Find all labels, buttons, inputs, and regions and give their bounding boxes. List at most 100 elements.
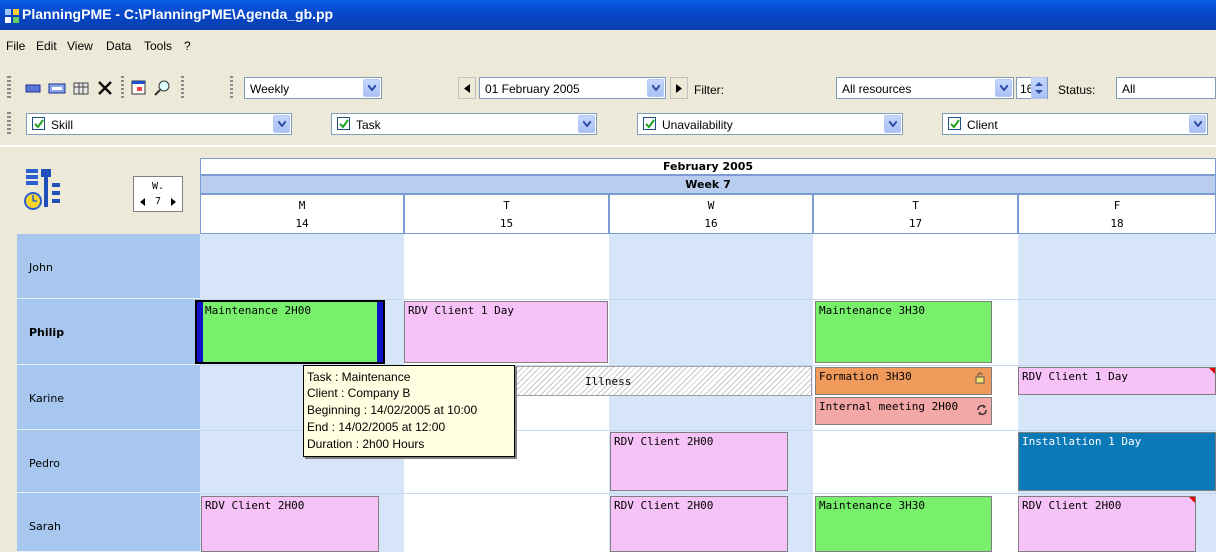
unavailability-checkbox[interactable] xyxy=(643,117,656,130)
resource-name: Karine xyxy=(29,392,65,405)
client-checkbox[interactable] xyxy=(948,117,961,130)
planningpme-logo xyxy=(24,169,60,210)
task-tooltip: Task : Maintenance Client : Company B Be… xyxy=(303,365,515,457)
status-value: All xyxy=(1122,82,1136,96)
chevron-down-icon[interactable] xyxy=(273,115,290,133)
task-block[interactable]: RDV Client 1 Day xyxy=(404,301,608,363)
task-block[interactable]: Formation 3H30 xyxy=(815,367,992,395)
selection-handle[interactable] xyxy=(197,302,203,362)
day-header[interactable]: M 14 xyxy=(200,194,404,234)
tooltip-duration: Duration : 2h00 Hours xyxy=(307,437,425,451)
previous-week-icon[interactable] xyxy=(140,198,145,206)
unavailability-label: Unavailability xyxy=(662,118,733,132)
unavailability-label: Illness xyxy=(585,375,632,388)
chevron-down-icon[interactable] xyxy=(995,79,1012,97)
chevron-down-icon[interactable] xyxy=(578,115,595,133)
resource-row-john[interactable]: John xyxy=(17,234,200,299)
task-block[interactable]: RDV Client 2H00 xyxy=(201,496,379,552)
toolbar-separator xyxy=(181,76,184,100)
day-header[interactable]: T 17 xyxy=(813,194,1018,234)
tooltip-beginning: Beginning : 14/02/2005 at 10:00 xyxy=(307,403,478,417)
filter-label: Filter: xyxy=(694,83,724,97)
client-filter[interactable]: Client xyxy=(942,113,1208,135)
chevron-down-icon[interactable] xyxy=(1189,115,1206,133)
chevron-down-icon[interactable] xyxy=(363,79,380,97)
toolbar-grip[interactable] xyxy=(7,112,11,136)
day-header[interactable]: F 18 xyxy=(1018,194,1216,234)
unavailability-filter[interactable]: Unavailability xyxy=(637,113,903,135)
week-header: Week 7 xyxy=(200,175,1216,194)
resource-row-pedro[interactable]: Pedro xyxy=(17,430,200,493)
task-block[interactable]: Installation 1 Day xyxy=(1018,432,1216,491)
next-date-button[interactable] xyxy=(670,77,688,99)
count-spinner[interactable] xyxy=(1031,77,1047,99)
task-label: RDV Client 1 Day xyxy=(1022,370,1128,383)
task-block[interactable]: RDV Client 2H00 xyxy=(1018,496,1196,552)
app-icon xyxy=(5,9,19,23)
main-toolbar: Weekly 01 February 2005 Filter: All reso… xyxy=(0,72,1216,104)
chevron-down-icon[interactable] xyxy=(884,115,901,133)
menu-view[interactable]: View xyxy=(67,39,93,53)
status-select[interactable]: All xyxy=(1116,77,1216,99)
task-label: RDV Client 2H00 xyxy=(1022,499,1122,512)
day-letter: F xyxy=(1113,199,1121,212)
skill-checkbox[interactable] xyxy=(32,117,45,130)
delete-icon[interactable] xyxy=(94,78,116,98)
day-letter: M xyxy=(298,199,306,212)
view-compact-icon[interactable] xyxy=(22,78,44,98)
task-label: RDV Client 2H00 xyxy=(614,499,714,512)
task-block[interactable]: RDV Client 2H00 xyxy=(610,496,788,552)
toolbar-separator xyxy=(230,76,233,100)
resource-row-karine[interactable]: Karine xyxy=(17,365,200,430)
resource-name: Philip xyxy=(29,326,65,339)
resource-row-philip[interactable]: Philip xyxy=(17,299,200,365)
resource-filter-select[interactable]: All resources xyxy=(836,77,1014,99)
note-marker xyxy=(1209,368,1215,374)
menu-bar: File Edit View Data Tools ? xyxy=(0,30,1216,62)
task-filter[interactable]: Task xyxy=(331,113,597,135)
week-navigator[interactable]: W. 7 xyxy=(133,176,183,212)
month-header: February 2005 xyxy=(200,158,1216,175)
chevron-down-icon[interactable] xyxy=(647,79,664,97)
task-block[interactable]: RDV Client 1 Day xyxy=(1018,367,1216,395)
task-block[interactable]: RDV Client 2H00 xyxy=(610,432,788,491)
menu-data[interactable]: Data xyxy=(106,39,131,53)
menu-tools[interactable]: Tools xyxy=(144,39,172,53)
properties-icon[interactable] xyxy=(128,78,150,98)
day-letter: W xyxy=(707,199,715,212)
task-block[interactable]: Maintenance 3H30 xyxy=(815,496,992,552)
date-select[interactable]: 01 February 2005 xyxy=(479,77,666,99)
task-label: Maintenance 3H30 xyxy=(819,499,925,512)
menu-edit[interactable]: Edit xyxy=(36,39,57,53)
task-block[interactable]: Internal meeting 2H00 xyxy=(815,397,992,425)
toolbar-grip[interactable] xyxy=(7,76,11,100)
menu-help[interactable]: ? xyxy=(184,39,191,53)
resource-row-sarah[interactable]: Sarah xyxy=(17,493,200,552)
task-checkbox[interactable] xyxy=(337,117,350,130)
selection-handle[interactable] xyxy=(377,302,383,362)
day-number: 18 xyxy=(1110,217,1124,230)
skill-filter[interactable]: Skill xyxy=(26,113,292,135)
view-normal-icon[interactable] xyxy=(46,78,68,98)
task-block[interactable]: Maintenance 2H00 xyxy=(195,300,385,364)
filter-toolbar: Skill Task Unavailability Client xyxy=(0,108,1216,140)
task-label: Maintenance 2H00 xyxy=(205,304,311,317)
day-letter: T xyxy=(912,199,919,212)
view-mode-select[interactable]: Weekly xyxy=(244,77,382,99)
client-label: Client xyxy=(967,118,998,132)
lock-icon xyxy=(975,372,985,384)
resource-name: John xyxy=(29,261,53,274)
day-header[interactable]: W 16 xyxy=(609,194,813,234)
day-letter: T xyxy=(503,199,510,212)
status-label: Status: xyxy=(1058,83,1096,97)
search-icon[interactable] xyxy=(152,78,174,98)
tooltip-client: Client : Company B xyxy=(307,386,411,400)
day-header[interactable]: T 15 xyxy=(404,194,609,234)
resource-filter-value: All resources xyxy=(842,82,912,96)
next-week-icon[interactable] xyxy=(171,198,176,206)
menu-file[interactable]: File xyxy=(6,39,25,53)
calendar-icon[interactable] xyxy=(70,78,92,98)
task-block[interactable]: Maintenance 3H30 xyxy=(815,301,992,363)
window-title: PlanningPME - C:\PlanningPME\Agenda_gb.p… xyxy=(22,6,334,22)
previous-date-button[interactable] xyxy=(458,77,476,99)
